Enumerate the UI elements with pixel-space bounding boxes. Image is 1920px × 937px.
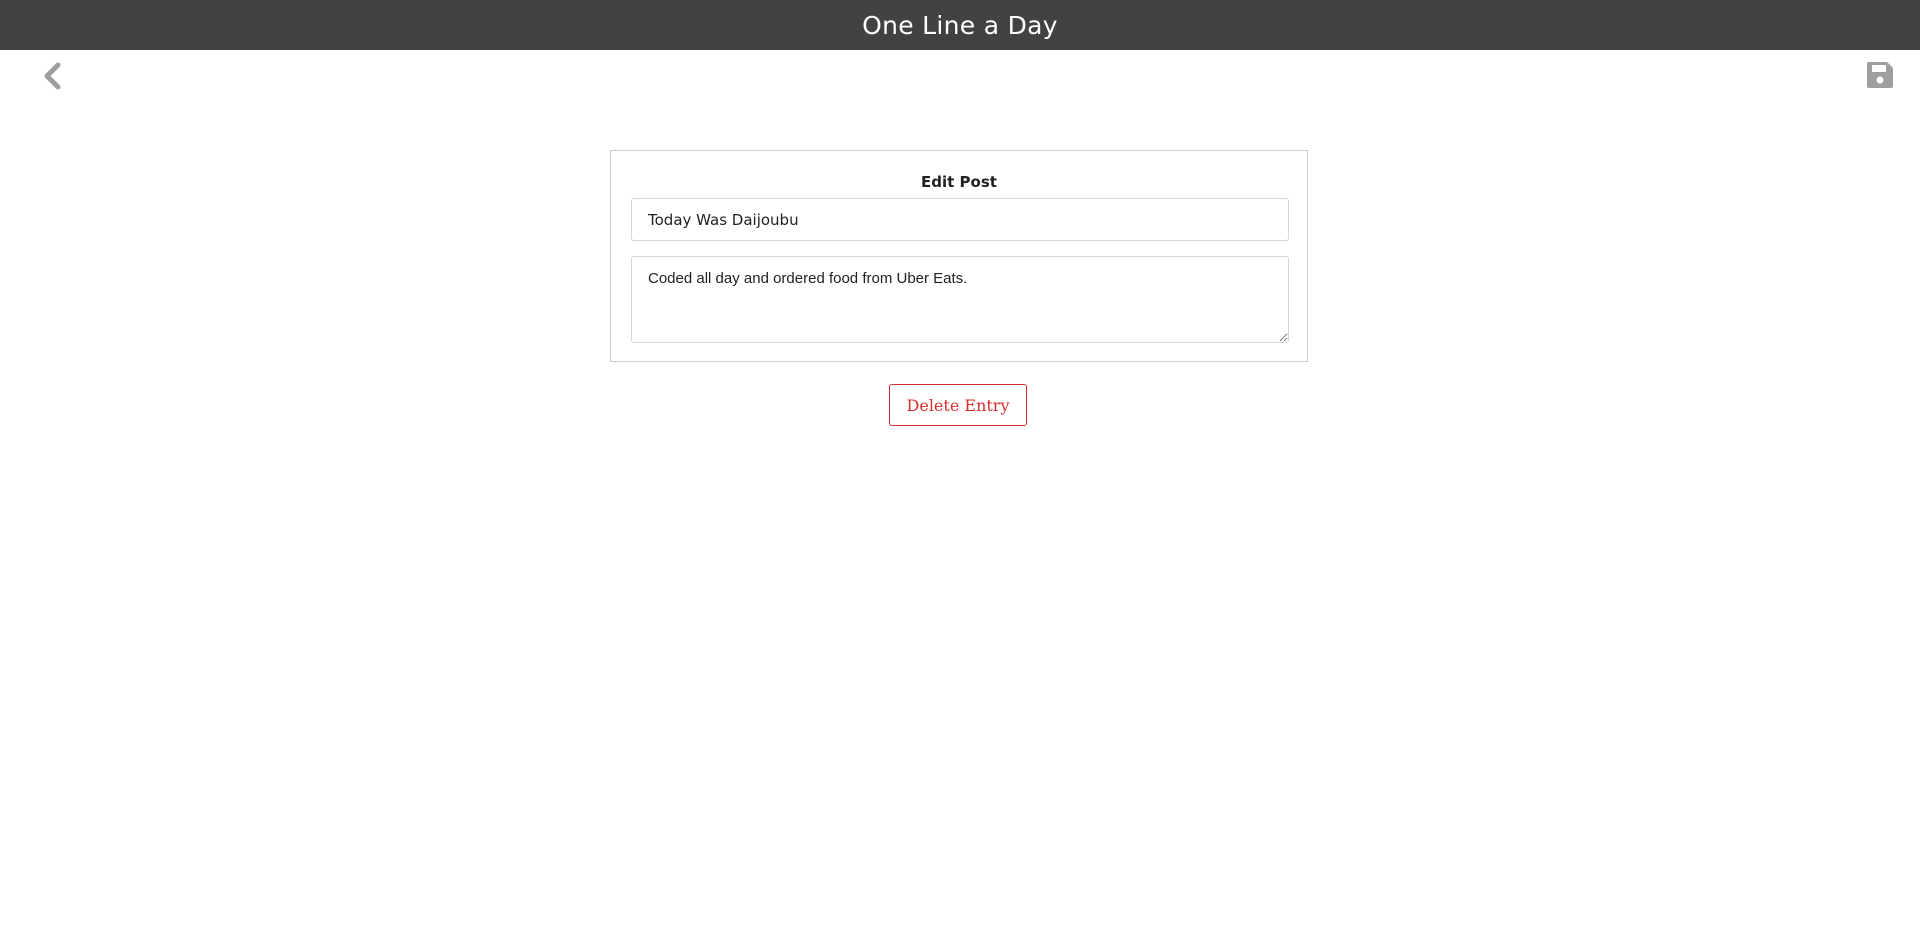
app-header: One Line a Day bbox=[0, 0, 1920, 50]
save-button[interactable] bbox=[1865, 60, 1895, 90]
back-button[interactable] bbox=[38, 60, 66, 92]
edit-post-heading: Edit Post bbox=[921, 173, 997, 191]
edit-post-card: Edit Post Coded all day and ordered food… bbox=[610, 150, 1308, 362]
chevron-left-icon bbox=[44, 62, 61, 90]
app-title: One Line a Day bbox=[862, 10, 1058, 40]
delete-entry-button[interactable]: Delete Entry bbox=[889, 384, 1027, 426]
post-title-input[interactable] bbox=[631, 198, 1289, 241]
floppy-disk-icon bbox=[1867, 62, 1893, 88]
post-body-textarea[interactable]: Coded all day and ordered food from Uber… bbox=[631, 256, 1289, 343]
